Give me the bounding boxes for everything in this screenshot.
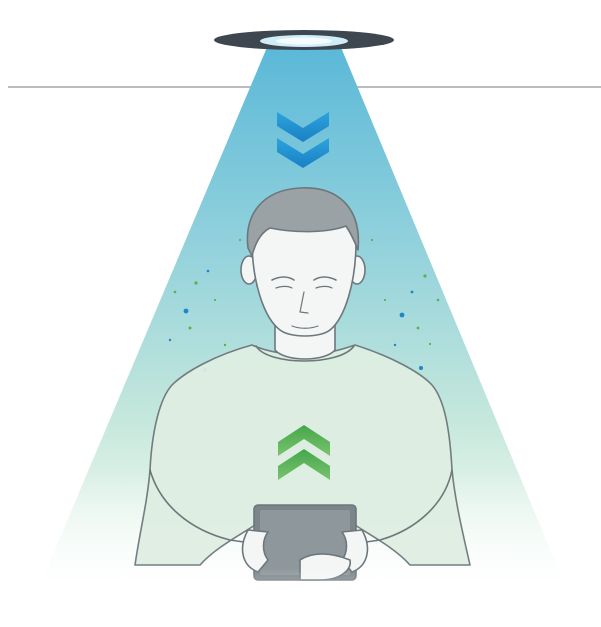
light-therapy-illustration: [0, 30, 601, 627]
ceiling-lamp-icon: [214, 30, 394, 50]
bottom-fade: [0, 568, 601, 627]
